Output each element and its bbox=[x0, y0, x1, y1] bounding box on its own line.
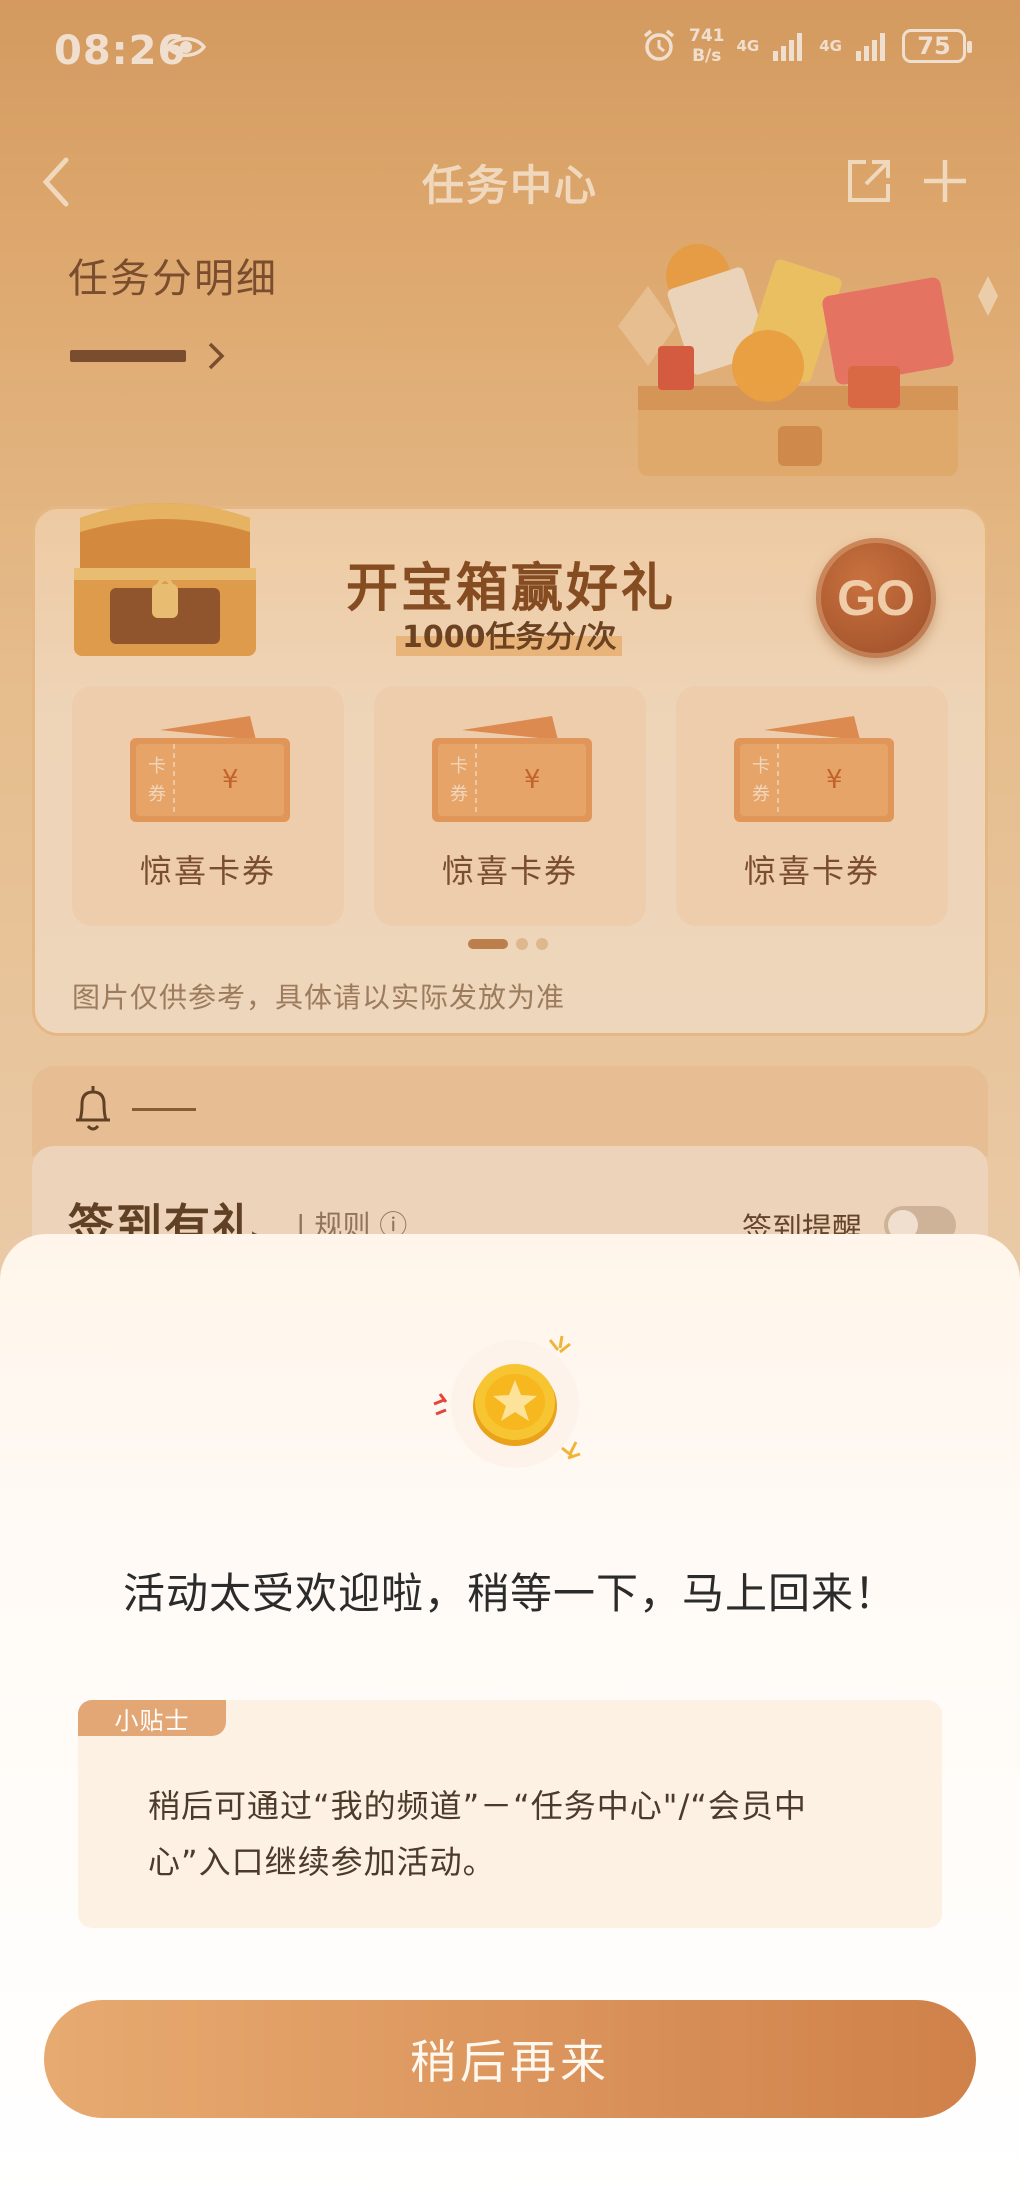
task-center-screen: 08:26 741 B/s 4G 4G 75 任务中心 任务分明细 开宝箱赢好礼… bbox=[0, 0, 1020, 2210]
come-back-later-button[interactable]: 稍后再来 bbox=[44, 2000, 976, 2118]
sheet-message: 活动太受欢迎啦，稍等一下，马上回来！ bbox=[122, 1569, 897, 1618]
tip-badge: 小贴士 bbox=[78, 1700, 226, 1736]
coin-icon bbox=[433, 1335, 581, 1468]
tip-text: 稍后可通过“我的频道”－“任务中心"/“会员中心”入口继续参加活动。 bbox=[148, 1787, 807, 1881]
